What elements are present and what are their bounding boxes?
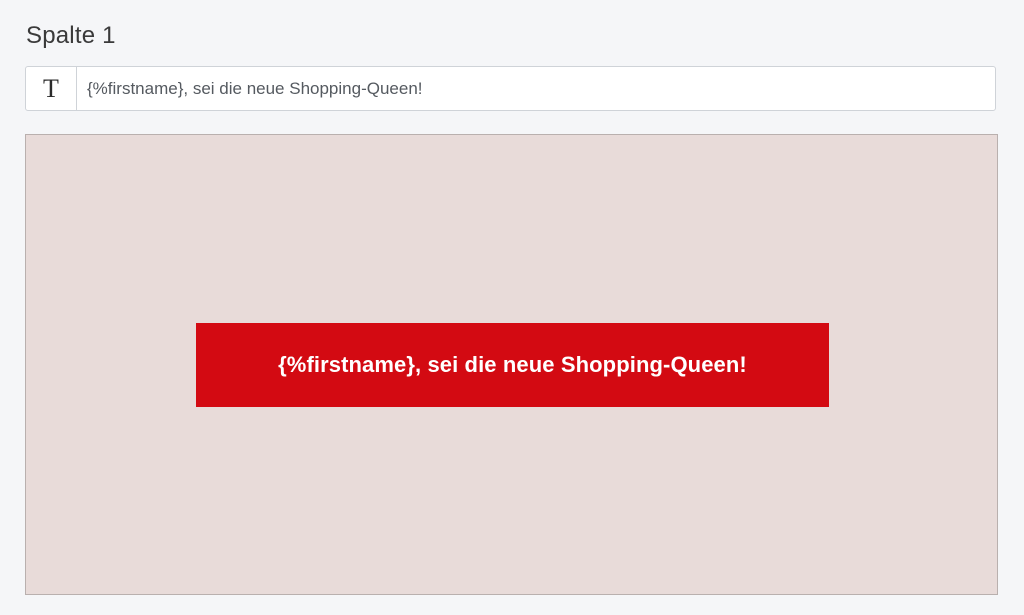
- column-preview: {%firstname}, sei die neue Shopping-Quee…: [25, 134, 998, 595]
- button-text-input[interactable]: [77, 67, 995, 110]
- text-format-icon[interactable]: T: [26, 67, 77, 110]
- column-editor: Spalte 1 T {%firstname}, sei die neue Sh…: [0, 0, 1024, 615]
- cta-button[interactable]: {%firstname}, sei die neue Shopping-Quee…: [196, 323, 829, 407]
- button-text-field: T: [25, 66, 996, 111]
- column-title: Spalte 1: [26, 22, 116, 49]
